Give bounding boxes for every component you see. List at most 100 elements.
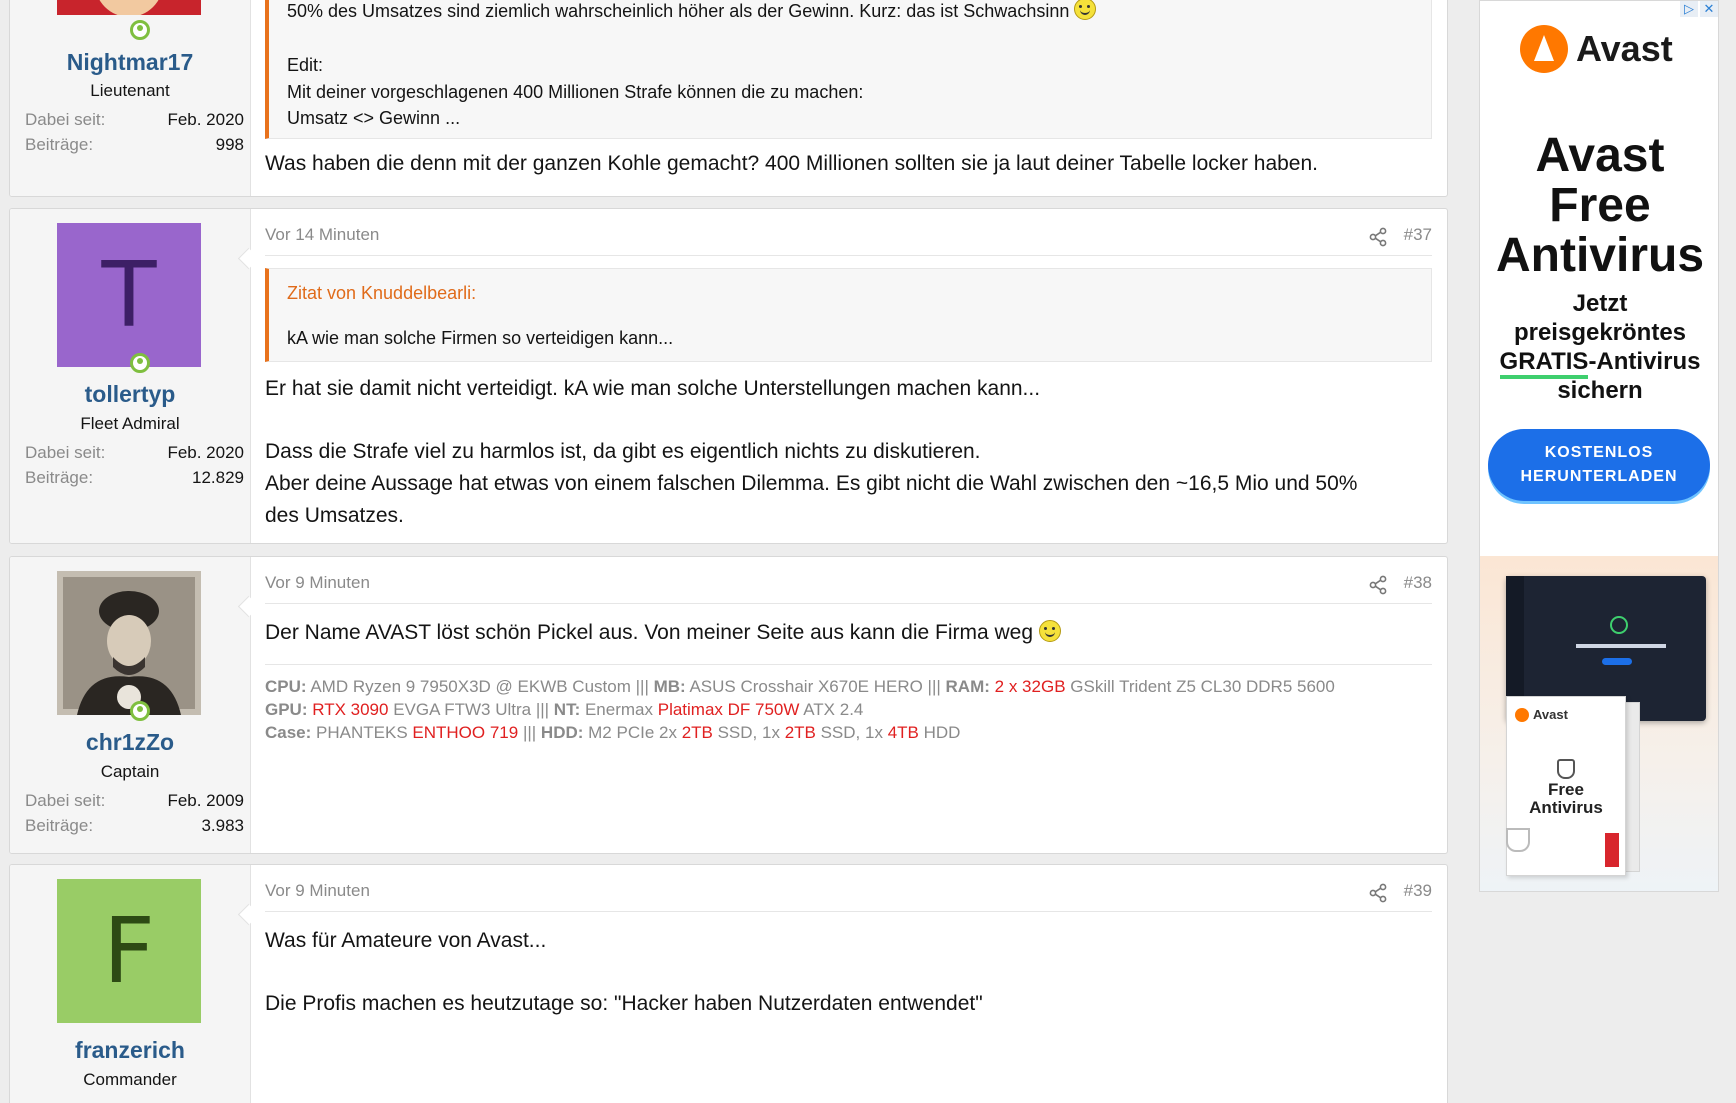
post-time[interactable]: Vor 14 Minuten — [265, 225, 379, 245]
user-title: Lieutenant — [90, 81, 170, 100]
ad-sub-line: sichern — [1557, 377, 1643, 404]
share-icon[interactable] — [1368, 227, 1388, 247]
user-title: Fleet Admiral — [80, 414, 180, 433]
online-status-icon — [130, 353, 150, 373]
message-header: Vor 9 Minuten #39 — [265, 881, 1432, 912]
signature-label: RAM: — [945, 677, 990, 696]
username[interactable]: franzerich — [10, 1037, 250, 1064]
ad-cta-line: HERUNTERLADEN — [1520, 468, 1678, 485]
post-number[interactable]: #38 — [1404, 573, 1432, 593]
ad-sub-highlight: GRATIS — [1499, 348, 1589, 379]
signature-text: AMD Ryzen 9 7950X3D @ EKWB Custom ||| — [306, 677, 654, 696]
ad-info-icon[interactable]: ▷ — [1680, 1, 1698, 17]
ad-sub-line: GRATIS-Antivirus — [1480, 347, 1718, 379]
ad-sub-line: preisgekröntes — [1513, 319, 1687, 346]
username[interactable]: chr1zZo — [10, 729, 250, 756]
message-line: Er hat sie damit nicht verteidigt. kA wi… — [265, 377, 1041, 400]
avast-logo-icon — [1520, 25, 1568, 73]
signature-text: ASUS Crosshair X670E HERO ||| — [685, 677, 946, 696]
avatar[interactable]: F — [57, 879, 201, 1023]
signature-text: ||| — [518, 723, 541, 742]
stat-value: Feb. 2020 — [167, 110, 244, 129]
quote-block: Zitat von Knuddelbearli: kA wie man solc… — [265, 268, 1432, 362]
stat-label: Dabei seit: — [25, 110, 106, 129]
ad-subtext: Jetzt preisgekröntes GRATIS-Antivirus si… — [1480, 289, 1718, 405]
shield-icon — [1557, 759, 1575, 779]
signature-label: Case: — [265, 723, 312, 742]
stat-label: Dabei seit: — [25, 791, 106, 810]
online-status-icon — [130, 701, 150, 721]
user-cell: F franzerich Commander — [10, 865, 251, 1103]
stat-value: Feb. 2020 — [167, 443, 244, 462]
signature-highlight: ENTHOO 719 — [412, 723, 519, 742]
avatar-photo-icon — [57, 571, 201, 715]
user-cell: T tollertyp Fleet Admiral Dabei seit: Fe… — [10, 209, 251, 543]
ad-sub-line: Jetzt — [1572, 290, 1628, 317]
quote-text: 50% des Umsatzes sind ziemlich wahrschei… — [287, 0, 1407, 25]
signature-label: GPU: — [265, 700, 308, 719]
stat-label: Beiträge: — [25, 468, 94, 487]
signature-text: SSD, 1x — [815, 723, 888, 742]
post-number[interactable]: #37 — [1404, 225, 1432, 245]
online-status-icon — [130, 20, 150, 40]
signature-highlight: RTX 3090 — [312, 700, 389, 719]
avatar[interactable] — [57, 571, 201, 715]
username[interactable]: Nightmar17 — [10, 49, 250, 76]
post-number[interactable]: #39 — [1404, 881, 1432, 901]
post-time[interactable]: Vor 9 Minuten — [265, 573, 370, 593]
ad-headline-line: Free — [1549, 179, 1651, 232]
signature: CPU: AMD Ryzen 9 7950X3D @ EKWB Custom |… — [265, 664, 1432, 744]
message: 50% des Umsatzes sind ziemlich wahrschei… — [265, 0, 1432, 196]
quote-author-link[interactable]: Zitat von Knuddelbearli: — [287, 283, 476, 304]
post-38: chr1zZo Captain Dabei seit: Feb. 2009 Be… — [9, 556, 1448, 854]
ad-box-name: Free Antivirus — [1507, 781, 1625, 817]
ad-brand: Avast — [1576, 28, 1673, 69]
message-text: Er hat sie damit nicht verteidigt. kA wi… — [265, 373, 1445, 532]
message: Vor 14 Minuten #37 Zitat von Knuddelbear… — [265, 209, 1432, 543]
ad-headline-line: Antivirus — [1495, 229, 1705, 282]
stat-joined: Dabei seit: Feb. 2020 — [25, 110, 244, 130]
user-cell: Nightmar17 Lieutenant Dabei seit: Feb. 2… — [10, 0, 251, 196]
signature-label: MB: — [653, 677, 686, 696]
message-line: Der Name AVAST löst schön Pickel aus. Vo… — [265, 621, 1034, 644]
signature-highlight: 2TB — [784, 723, 816, 742]
stat-label: Beiträge: — [25, 135, 94, 154]
signature-text: ATX 2.4 — [799, 700, 864, 719]
avatar[interactable]: T — [57, 223, 201, 367]
message-text: Was für Amateure von Avast... Die Profis… — [265, 925, 983, 1020]
message: Vor 9 Minuten #39 Was für Amateure von A… — [265, 865, 1432, 1103]
ad-screen-bar — [1576, 644, 1666, 648]
stat-posts: Beiträge: 3.983 — [25, 816, 244, 836]
ad-headline: Avast Free Antivirus — [1480, 131, 1718, 282]
signature-label: HDD: — [540, 723, 584, 742]
ad-download-button[interactable]: KOSTENLOS HERUNTERLADEN — [1488, 429, 1710, 501]
signature-text: HDD — [918, 723, 961, 742]
avatar-letter: T — [101, 242, 157, 348]
signature-line-3: Case: PHANTEKS ENTHOO 719 ||| HDD: M2 PC… — [265, 721, 1432, 744]
stat-label: Dabei seit: — [25, 443, 106, 462]
quote-line: Umsatz <> Gewinn ... — [287, 108, 461, 128]
ad-logo: Avast — [1520, 25, 1673, 73]
ad-close-icon[interactable]: ✕ — [1700, 1, 1718, 17]
share-icon[interactable] — [1368, 575, 1388, 595]
smiley-icon — [1074, 0, 1097, 20]
message-header: Vor 9 Minuten #38 — [265, 573, 1432, 604]
ad-sub-rest: -Antivirus — [1588, 348, 1701, 375]
stat-joined: Dabei seit: Feb. 2020 — [25, 443, 244, 463]
stat-posts: Beiträge: 12.829 — [25, 468, 244, 488]
signature-line-1: CPU: AMD Ryzen 9 7950X3D @ EKWB Custom |… — [265, 675, 1432, 698]
message-text: Der Name AVAST löst schön Pickel aus. Vo… — [265, 617, 1061, 649]
avatar[interactable] — [57, 0, 201, 15]
post-36: Nightmar17 Lieutenant Dabei seit: Feb. 2… — [9, 0, 1448, 197]
signature-highlight: 2 x 32GB — [994, 677, 1066, 696]
message-text: Was haben die denn mit der ganzen Kohle … — [265, 152, 1319, 175]
signature-label: NT: — [553, 700, 581, 719]
username[interactable]: tollertyp — [10, 381, 250, 408]
post-time[interactable]: Vor 9 Minuten — [265, 881, 370, 901]
stat-posts: Beiträge: 998 — [25, 135, 244, 155]
signature-text: GSkill Trident Z5 CL30 DDR5 5600 — [1065, 677, 1335, 696]
avast-ad[interactable]: ▷ ✕ Avast Avast Free Antivirus Jetzt pre… — [1479, 0, 1719, 892]
ad-choices[interactable]: ▷ ✕ — [1680, 1, 1718, 17]
user-title: Captain — [100, 762, 160, 781]
share-icon[interactable] — [1368, 883, 1388, 903]
